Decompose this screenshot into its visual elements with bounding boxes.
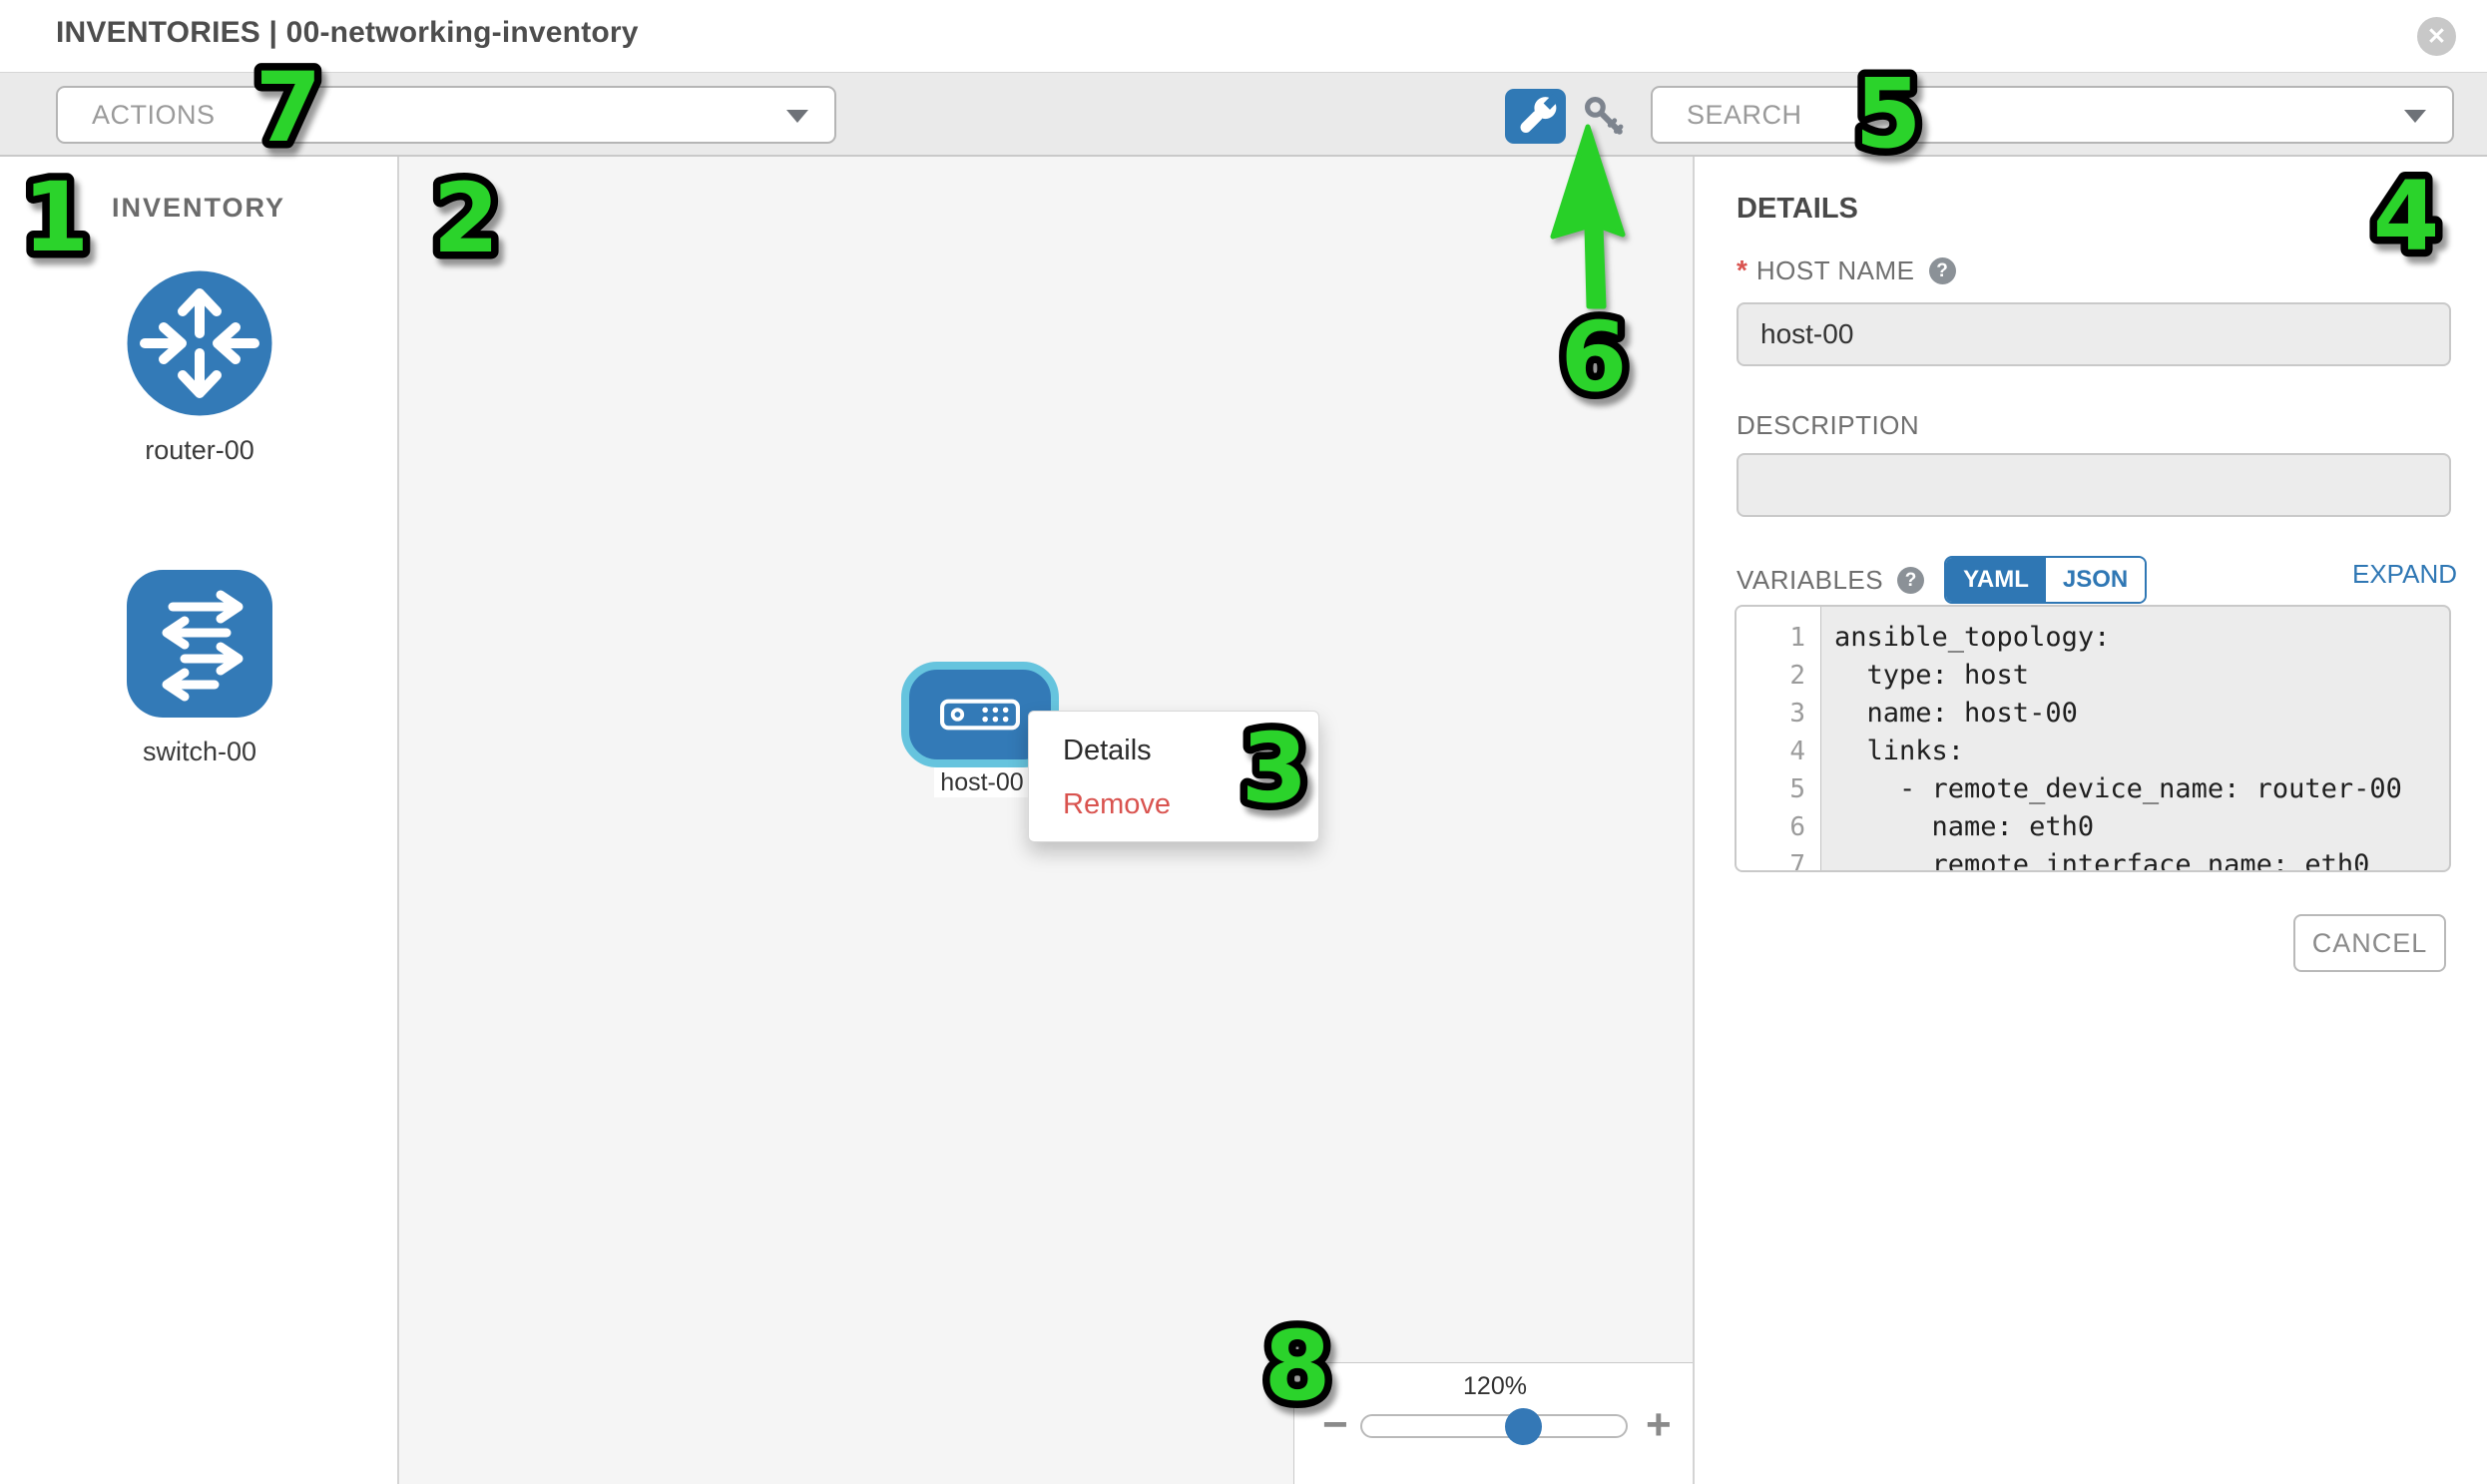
chevron-down-icon bbox=[786, 110, 808, 123]
line-text: remote_interface_name: eth0 bbox=[1821, 846, 2369, 872]
host-server-icon bbox=[940, 699, 1020, 731]
inventory-item-switch[interactable]: switch-00 bbox=[127, 570, 272, 767]
line-number: 6 bbox=[1737, 808, 1821, 846]
editor-lines: 1 ansible_topology: 2 type: host 3 name:… bbox=[1737, 619, 2449, 872]
key-icon bbox=[1579, 93, 1631, 141]
zoom-percent-label: 120% bbox=[1294, 1372, 1696, 1401]
description-label-row: DESCRIPTION bbox=[1737, 410, 1919, 441]
code-line: 3 name: host-00 bbox=[1737, 695, 2449, 733]
line-number: 7 bbox=[1737, 846, 1821, 872]
code-line: 2 type: host bbox=[1737, 657, 2449, 695]
tab-yaml[interactable]: YAML bbox=[1946, 558, 2046, 602]
actions-dropdown[interactable]: ACTIONS bbox=[56, 86, 836, 144]
details-panel: DETAILS * HOST NAME ? host-00 DESCRIPTIO… bbox=[1693, 157, 2487, 1484]
line-text: name: eth0 bbox=[1821, 808, 2094, 846]
chevron-down-icon bbox=[2404, 110, 2426, 123]
inventory-item-label: router-00 bbox=[127, 435, 272, 466]
close-button[interactable]: ✕ bbox=[2417, 17, 2456, 56]
zoom-slider-thumb[interactable] bbox=[1505, 1408, 1542, 1445]
line-number: 3 bbox=[1737, 695, 1821, 733]
inventory-panel-title: INVENTORY bbox=[0, 193, 397, 224]
description-input[interactable] bbox=[1737, 453, 2451, 517]
host-name-label-row: * HOST NAME ? bbox=[1737, 254, 1956, 286]
variables-label-row: VARIABLES ? YAML JSON bbox=[1737, 556, 2147, 604]
expand-link[interactable]: EXPAND bbox=[2352, 559, 2457, 590]
tab-json[interactable]: JSON bbox=[2046, 558, 2145, 602]
code-line: 4 links: bbox=[1737, 733, 2449, 770]
close-icon: ✕ bbox=[2427, 23, 2446, 49]
host-node-label: host-00 bbox=[934, 767, 1030, 797]
inventory-item-label: switch-00 bbox=[127, 737, 272, 767]
line-number: 5 bbox=[1737, 770, 1821, 808]
line-number: 2 bbox=[1737, 657, 1821, 695]
code-line: 7 remote_interface_name: eth0 bbox=[1737, 846, 2449, 872]
page-title: INVENTORIES | 00-networking-inventory bbox=[56, 16, 639, 50]
details-panel-title: DETAILS bbox=[1737, 193, 1858, 226]
inventory-item-router[interactable]: router-00 bbox=[127, 270, 272, 466]
zoom-out-button[interactable]: − bbox=[1322, 1403, 1348, 1447]
line-text: type: host bbox=[1821, 657, 2029, 695]
code-line: 6 name: eth0 bbox=[1737, 808, 2449, 846]
code-line: 1 ansible_topology: bbox=[1737, 619, 2449, 657]
variables-format-toggle: YAML JSON bbox=[1944, 556, 2147, 604]
variables-code-editor[interactable]: 1 ansible_topology: 2 type: host 3 name:… bbox=[1735, 605, 2451, 872]
key-toggle-button[interactable] bbox=[1579, 93, 1631, 141]
context-menu-item-remove[interactable]: Remove bbox=[1029, 777, 1318, 831]
switch-icon bbox=[127, 570, 272, 718]
code-line: 5 - remote_device_name: router-00 bbox=[1737, 770, 2449, 808]
zoom-in-button[interactable]: + bbox=[1646, 1403, 1672, 1447]
required-asterisk: * bbox=[1737, 254, 1747, 286]
line-number: 4 bbox=[1737, 733, 1821, 770]
help-icon[interactable]: ? bbox=[1897, 567, 1924, 594]
zoom-control-panel: 120% − + bbox=[1293, 1362, 1697, 1484]
context-menu-item-details[interactable]: Details bbox=[1029, 724, 1318, 777]
help-icon[interactable]: ? bbox=[1929, 257, 1956, 284]
line-text: - remote_device_name: router-00 bbox=[1821, 770, 2402, 808]
router-icon bbox=[127, 270, 272, 416]
host-name-input[interactable]: host-00 bbox=[1737, 302, 2451, 366]
line-text: ansible_topology: bbox=[1821, 619, 2110, 657]
line-text: links: bbox=[1821, 733, 1964, 770]
search-dropdown[interactable]: SEARCH bbox=[1651, 86, 2454, 144]
zoom-slider[interactable] bbox=[1360, 1414, 1628, 1438]
cancel-button[interactable]: CANCEL bbox=[2293, 914, 2446, 972]
inventory-panel: INVENTORY router-00 bbox=[0, 157, 399, 1484]
actions-dropdown-label: ACTIONS bbox=[92, 88, 216, 142]
context-menu: Details Remove bbox=[1028, 711, 1319, 842]
host-name-label: HOST NAME bbox=[1756, 255, 1915, 286]
toolbar-wrench-button[interactable] bbox=[1505, 89, 1566, 144]
toolbar: ACTIONS SEARCH bbox=[0, 72, 2487, 157]
description-label: DESCRIPTION bbox=[1737, 410, 1919, 441]
line-text: name: host-00 bbox=[1821, 695, 2078, 733]
topology-canvas[interactable]: host-00 Details Remove 120% − + bbox=[399, 157, 1693, 1484]
line-number: 1 bbox=[1737, 619, 1821, 657]
search-dropdown-label: SEARCH bbox=[1687, 88, 1802, 142]
variables-label: VARIABLES bbox=[1737, 565, 1883, 596]
page-header: INVENTORIES | 00-networking-inventory ✕ bbox=[0, 0, 2487, 72]
wrench-icon bbox=[1505, 89, 1566, 144]
networking-inventory-page: INVENTORIES | 00-networking-inventory ✕ … bbox=[0, 0, 2487, 1484]
